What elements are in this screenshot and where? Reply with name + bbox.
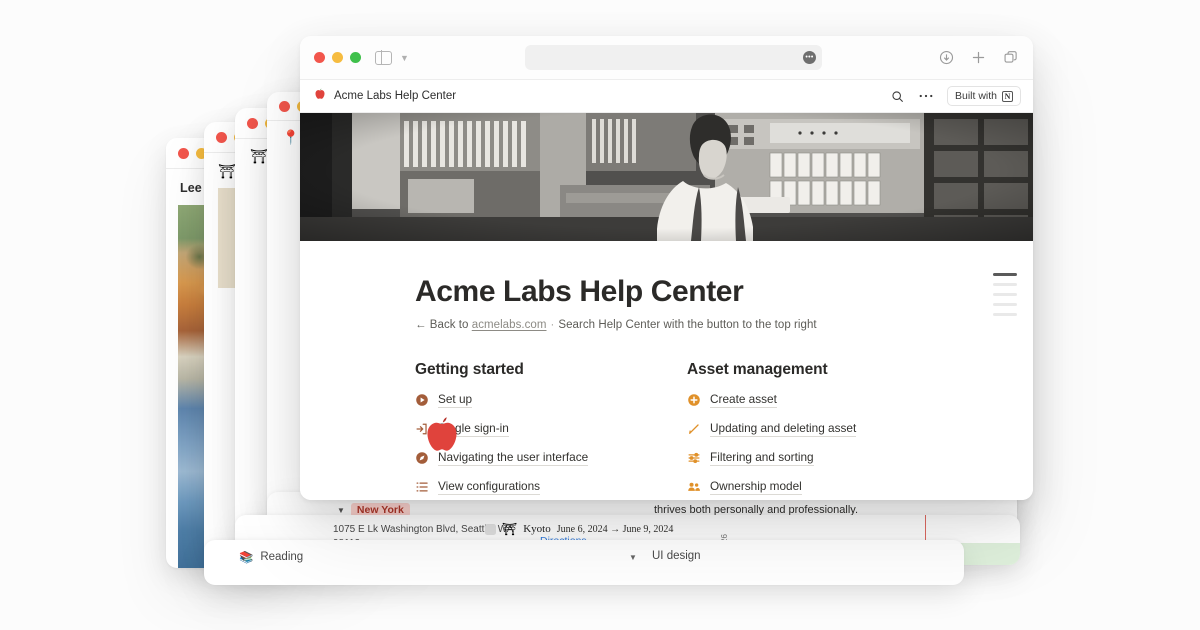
main-browser-window[interactable]: ▼ ••• Acme Labs Help Center Built with N… xyxy=(300,36,1033,500)
page-title: Acme Labs Help Center xyxy=(415,275,744,308)
minimize-button[interactable] xyxy=(332,52,343,63)
link-view-configurations[interactable]: View configurations xyxy=(415,479,687,495)
browser-toolbar: ▼ ••• xyxy=(300,36,1033,80)
play-circle-icon xyxy=(415,393,429,407)
chevron-down-icon[interactable]: ▼ xyxy=(629,553,637,562)
people-icon xyxy=(687,480,701,494)
apple-icon xyxy=(314,88,326,104)
pencil-icon xyxy=(687,422,701,436)
ui-design-label: UI design xyxy=(652,550,701,562)
back-to-label: ← Back to xyxy=(415,319,472,331)
link-label: Ownership model xyxy=(710,479,802,495)
link-columns: Getting started Set up Single sign-in Na… xyxy=(415,361,1033,500)
reading-label: Reading xyxy=(260,551,304,563)
traffic-lights[interactable] xyxy=(178,147,207,159)
search-icon[interactable] xyxy=(889,88,906,105)
tab-overview-icon[interactable] xyxy=(1002,49,1019,66)
kyoto-date-range: June 6, 2024 → June 9, 2024 xyxy=(556,523,674,535)
sidebar-toggle-icon[interactable] xyxy=(375,49,392,66)
close-button[interactable] xyxy=(178,147,189,159)
acmelabs-link[interactable]: acmelabs.com xyxy=(472,319,547,331)
link-label: Filtering and sorting xyxy=(710,450,814,466)
column-heading: Asset management xyxy=(687,361,828,378)
page-content: Acme Labs Help Center ← Back to acmelabs… xyxy=(300,241,1033,500)
site-title: Acme Labs Help Center xyxy=(334,90,457,102)
more-horizontal-icon[interactable] xyxy=(918,88,935,105)
hero-photo-illustration xyxy=(300,113,1033,241)
close-button[interactable] xyxy=(247,117,258,129)
plus-circle-icon xyxy=(687,393,701,407)
site-header-actions: Built with N xyxy=(889,86,1021,106)
red-apple-icon xyxy=(422,415,462,457)
column-asset-management: Asset management Create asset Updating a… xyxy=(687,361,959,500)
chevron-down-icon[interactable]: ▼ xyxy=(400,53,409,63)
link-label: Set up xyxy=(438,392,473,408)
kyoto-label: Kyoto xyxy=(523,523,551,535)
kyoto-row[interactable]: ⛩ Kyoto June 6, 2024 → June 9, 2024 xyxy=(485,522,673,536)
link-label: Create asset xyxy=(710,392,777,408)
checkbox-icon[interactable] xyxy=(485,523,496,535)
downloads-icon[interactable] xyxy=(938,49,955,66)
filter-sliders-icon xyxy=(687,451,701,465)
link-ownership-model[interactable]: Ownership model xyxy=(687,479,959,495)
torii-gate-icon: ⛩ xyxy=(502,522,518,536)
link-set-up[interactable]: Set up xyxy=(415,392,687,408)
close-button[interactable] xyxy=(216,131,227,143)
page-menu-icon[interactable]: ••• xyxy=(802,51,816,64)
traffic-lights[interactable] xyxy=(314,52,361,63)
maximize-button[interactable] xyxy=(350,52,361,63)
built-with-label: Built with xyxy=(954,90,997,102)
bottom-layer-c[interactable]: 📚 Reading ▼ UI design xyxy=(204,540,964,585)
site-header: Acme Labs Help Center Built with N xyxy=(300,80,1033,113)
hero-image xyxy=(300,113,1033,241)
link-create-asset[interactable]: Create asset xyxy=(687,392,959,408)
search-hint: Search Help Center with the button to th… xyxy=(558,319,817,331)
reading-row[interactable]: 📚 Reading xyxy=(239,550,303,564)
screenshot-stage: Lee ⛩ ⛩ 📍 ▼ New York thrives both person… xyxy=(0,0,1200,630)
separator: · xyxy=(550,319,555,331)
notion-logo-icon: N xyxy=(1002,90,1013,102)
toc-item-active[interactable] xyxy=(993,273,1017,276)
close-button[interactable] xyxy=(314,52,325,63)
books-icon: 📚 xyxy=(239,552,254,564)
link-label: Updating and deleting asset xyxy=(710,421,857,437)
link-label: View configurations xyxy=(438,479,541,495)
link-filtering-sorting[interactable]: Filtering and sorting xyxy=(687,450,959,466)
list-icon xyxy=(415,480,429,494)
new-tab-icon[interactable] xyxy=(970,49,987,66)
built-with-button[interactable]: Built with N xyxy=(946,86,1021,106)
address-bar[interactable]: ••• xyxy=(524,45,822,70)
toc-item[interactable] xyxy=(993,303,1017,306)
page-subtitle: ← Back to acmelabs.com · Search Help Cente… xyxy=(415,319,1033,331)
column-heading: Getting started xyxy=(415,361,524,378)
toc-item[interactable] xyxy=(993,313,1017,316)
chevron-down-icon[interactable]: ▼ xyxy=(337,506,345,515)
table-of-contents-indicator[interactable] xyxy=(993,273,1017,323)
close-button[interactable] xyxy=(279,100,290,112)
toolbar-left: ▼ xyxy=(314,49,409,66)
toc-item[interactable] xyxy=(993,293,1017,296)
site-brand[interactable]: Acme Labs Help Center xyxy=(314,88,456,104)
link-updating-deleting-asset[interactable]: Updating and deleting asset xyxy=(687,421,959,437)
toolbar-right xyxy=(938,49,1019,66)
toc-item[interactable] xyxy=(993,283,1017,286)
